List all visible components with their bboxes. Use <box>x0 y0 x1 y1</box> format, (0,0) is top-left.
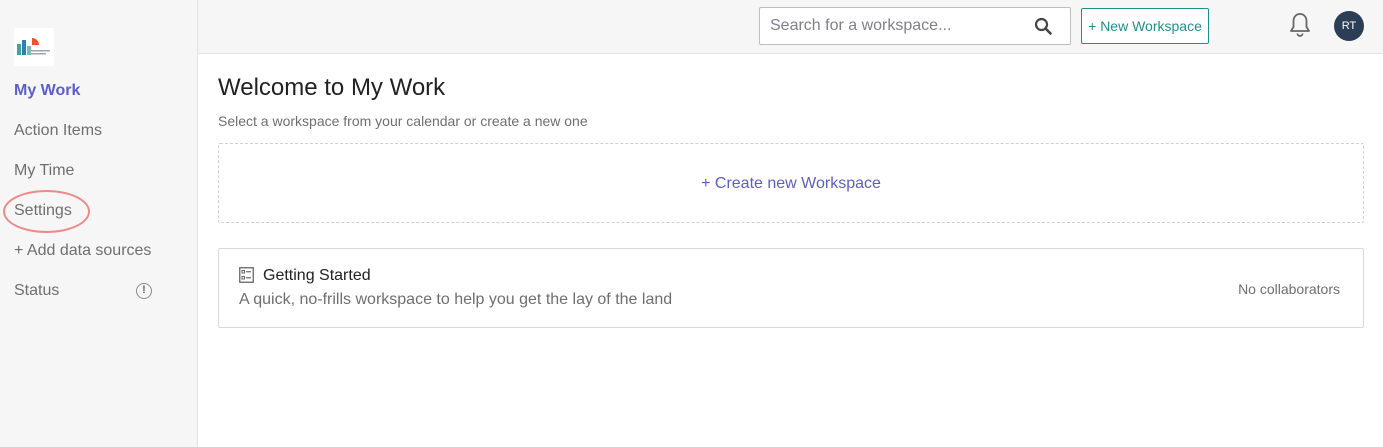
workspace-card[interactable]: Getting Started A quick, no-frills works… <box>218 248 1364 328</box>
sidebar-item-status[interactable]: Status <box>14 281 59 301</box>
sidebar-item-action-items[interactable]: Action Items <box>14 121 102 141</box>
sidebar-item-settings[interactable]: Settings <box>14 201 72 221</box>
create-workspace-area[interactable]: + Create new Workspace <box>218 143 1364 223</box>
create-workspace-link[interactable]: + Create new Workspace <box>219 174 1363 194</box>
sidebar-item-my-work[interactable]: My Work <box>14 81 80 101</box>
top-header: + New Workspace RT <box>198 0 1383 54</box>
user-avatar[interactable]: RT <box>1334 11 1364 41</box>
workspace-collaborators: No collaborators <box>1238 281 1340 297</box>
new-workspace-button[interactable]: + New Workspace <box>1081 8 1209 44</box>
page-subtitle: Select a workspace from your calendar or… <box>218 113 588 129</box>
sidebar-item-my-time[interactable]: My Time <box>14 161 74 181</box>
page-title: Welcome to My Work <box>218 74 446 101</box>
search-box[interactable] <box>759 7 1071 45</box>
search-input[interactable] <box>760 8 1020 44</box>
checklist-icon <box>239 267 254 283</box>
app-logo[interactable] <box>14 28 54 66</box>
sidebar-item-add-data-sources[interactable]: + Add data sources <box>14 241 151 261</box>
workspace-title[interactable]: Getting Started <box>263 266 371 286</box>
bell-icon[interactable] <box>1288 12 1312 38</box>
sidebar: My Work Action Items My Time Settings + … <box>0 0 198 447</box>
workspace-description: A quick, no-frills workspace to help you… <box>239 291 673 308</box>
status-alert-icon[interactable]: ! <box>136 283 152 299</box>
search-icon[interactable] <box>1034 17 1052 35</box>
